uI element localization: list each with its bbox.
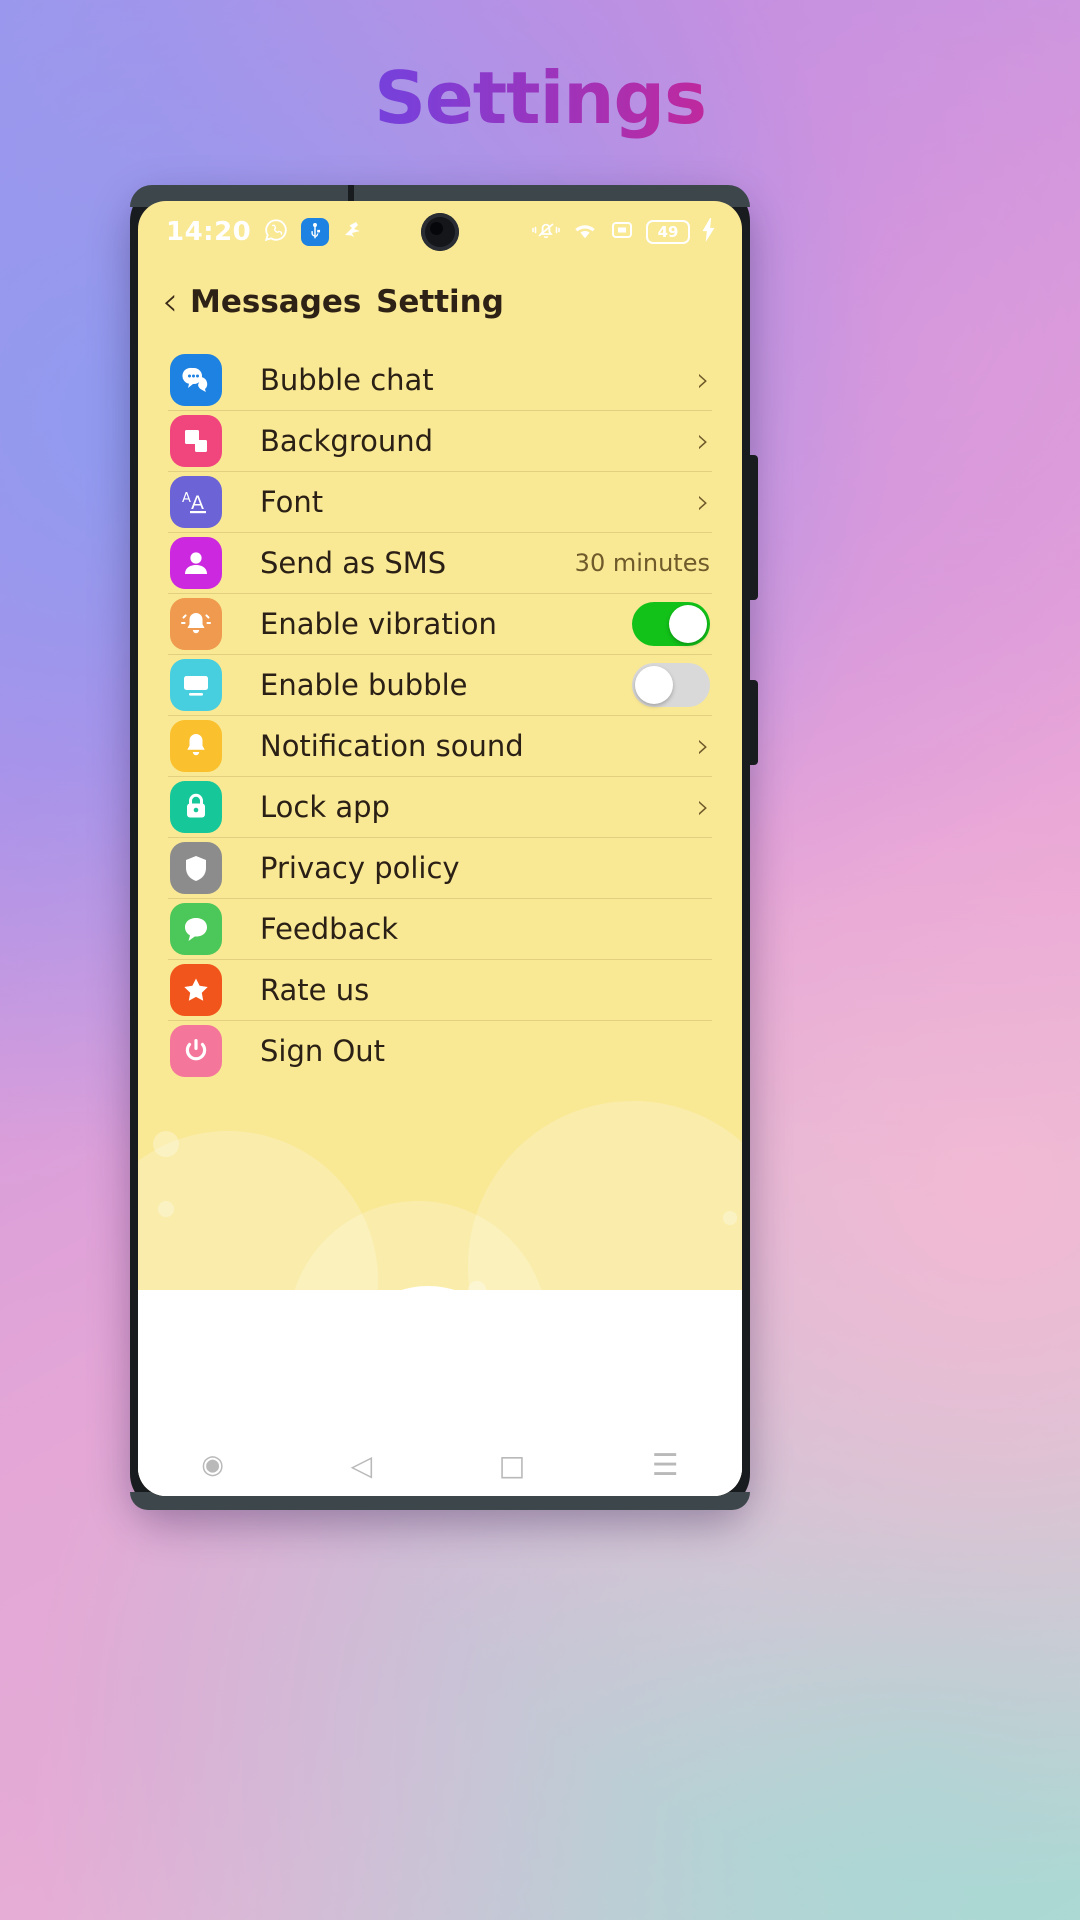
svg-text:A: A: [182, 491, 191, 506]
phone-frame: 14:20 49 ‹ Messages Setting Bubble chat …: [130, 185, 758, 1510]
settings-row-label: Lock app: [260, 790, 390, 824]
toggle-switch[interactable]: [632, 663, 710, 707]
usb-icon: [301, 218, 330, 246]
recents-button[interactable]: ☰: [652, 1448, 679, 1483]
battery-level: 49: [657, 223, 679, 241]
feedback-chat-icon: [170, 903, 222, 955]
power-side-button[interactable]: [749, 680, 758, 765]
phone-screen: 14:20 49 ‹ Messages Setting Bubble chat …: [138, 201, 742, 1496]
settings-row-feedback[interactable]: Feedback: [168, 898, 712, 959]
settings-row-notification-sound[interactable]: Notification sound ›: [168, 715, 712, 776]
settings-row-label: Notification sound: [260, 729, 524, 763]
star-icon: [170, 964, 222, 1016]
whatsapp-icon: [263, 217, 289, 247]
settings-row-label: Sign Out: [260, 1034, 386, 1068]
settings-row-label: Send as SMS: [260, 546, 447, 580]
chevron-left-icon: ‹: [162, 279, 178, 325]
settings-row-background[interactable]: Background ›: [168, 410, 712, 471]
svg-text:A: A: [191, 492, 204, 514]
notification-bell-icon: [170, 720, 222, 772]
settings-row-enable-vibration[interactable]: Enable vibration: [168, 593, 712, 654]
settings-row-label: Background: [260, 424, 434, 458]
settings-list: Bubble chat › Background › A A Font › Send as SM…: [138, 341, 742, 1081]
system-navigation-bar: ◉ ◁ □ ☰: [138, 1434, 742, 1496]
settings-row-privacy-policy[interactable]: Privacy policy: [168, 837, 712, 898]
settings-row-label: Enable bubble: [260, 668, 468, 702]
settings-row-font[interactable]: A A Font ›: [168, 471, 712, 532]
settings-row-sign-out[interactable]: Sign Out: [168, 1020, 712, 1081]
bubble-window-icon: [170, 659, 222, 711]
settings-row-label: Bubble chat: [260, 362, 434, 397]
wifi-icon: [572, 220, 598, 244]
settings-row-label: Privacy policy: [260, 851, 460, 885]
settings-row-send-as-sms[interactable]: Send as SMS 30 minutes: [168, 532, 712, 593]
settings-row-label: Font: [260, 485, 324, 519]
chevron-right-icon[interactable]: ›: [696, 424, 710, 458]
toggle-knob: [669, 605, 707, 643]
back-to-messages-button[interactable]: ‹ Messages: [162, 282, 361, 322]
settings-row-bubble-chat[interactable]: Bubble chat ›: [168, 349, 712, 410]
back-label: Messages: [190, 284, 362, 320]
shield-icon: [170, 842, 222, 894]
battery-icon: 49: [646, 220, 690, 244]
status-time: 14:20: [166, 217, 252, 247]
lock-icon: [170, 781, 222, 833]
camera-punchhole: [421, 213, 459, 251]
settings-row-enable-bubble[interactable]: Enable bubble: [168, 654, 712, 715]
send-as-sms-icon: [170, 537, 222, 589]
bluetooth-share-icon: [341, 218, 365, 246]
chevron-right-icon[interactable]: ›: [696, 363, 710, 397]
sim-icon: [610, 219, 634, 245]
bubble-chat-icon: [170, 353, 222, 406]
toggle-knob: [635, 666, 673, 704]
chevron-right-icon[interactable]: ›: [696, 729, 710, 763]
settings-row-label: Rate us: [260, 973, 370, 1007]
charging-bolt-icon: [702, 218, 716, 246]
mute-icon: [532, 218, 560, 246]
settings-row-lock-app[interactable]: Lock app ›: [168, 776, 712, 837]
font-icon: AA: [170, 476, 222, 528]
settings-row-rate-us[interactable]: Rate us: [168, 959, 712, 1020]
power-icon: [170, 1025, 222, 1077]
page-title: Settings: [0, 56, 1080, 140]
home-button[interactable]: □: [499, 1449, 525, 1482]
back-button[interactable]: ◁: [351, 1449, 373, 1482]
settings-row-value: 30 minutes: [574, 549, 710, 577]
app-header: ‹ Messages Setting: [138, 263, 742, 341]
status-bar: 14:20 49: [138, 201, 742, 263]
settings-row-label: Feedback: [260, 912, 399, 946]
chevron-right-icon[interactable]: ›: [696, 485, 710, 519]
background-icon: [170, 415, 222, 467]
toggle-switch[interactable]: [632, 602, 710, 646]
volume-button[interactable]: [749, 455, 758, 600]
vibration-bell-icon: [170, 598, 222, 650]
settings-row-label: Enable vibration: [260, 607, 497, 641]
chevron-right-icon[interactable]: ›: [696, 790, 710, 824]
assistant-button[interactable]: ◉: [201, 1450, 224, 1480]
